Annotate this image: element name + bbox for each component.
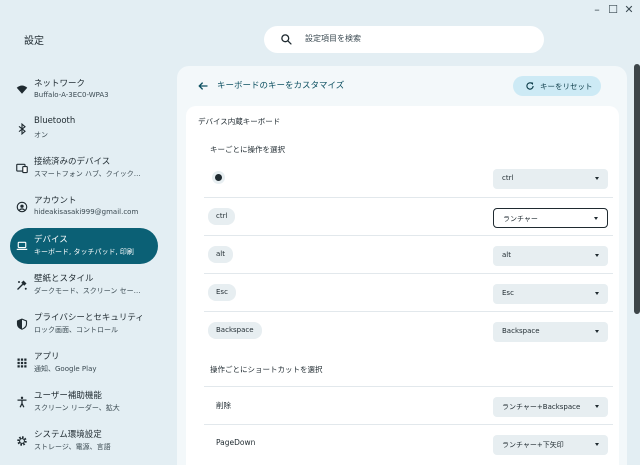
- key-action-select[interactable]: alt: [493, 246, 608, 266]
- maximize-button[interactable]: ☐: [606, 3, 620, 17]
- chevron-down-icon: [594, 217, 598, 220]
- shortcut-action-label: PageDown: [216, 438, 256, 447]
- key-action-select[interactable]: Esc: [493, 284, 608, 304]
- panel-header: キーボードのキーをカスタマイズ キーをリセット: [177, 66, 627, 106]
- sidebar-item-subtitle: オン: [34, 131, 48, 139]
- shortcut-row: 削除 ランチャー+Backspace: [204, 386, 613, 424]
- chevron-down-icon: [595, 177, 599, 180]
- key-row: ctrl ランチャー: [204, 197, 613, 235]
- select-value: Esc: [502, 289, 514, 297]
- select-value: ランチャー+Backspace: [502, 403, 581, 411]
- shortcut-select[interactable]: ランチャー+下矢印: [493, 435, 608, 455]
- refresh-icon: [526, 82, 534, 90]
- chevron-down-icon: [595, 443, 599, 446]
- sidebar-item-subtitle: スクリーン リーダー、拡大: [34, 404, 120, 412]
- chevron-down-icon: [595, 254, 599, 257]
- select-value: alt: [502, 251, 511, 259]
- reset-keys-label: キーをリセット: [540, 82, 593, 91]
- accessibility-icon: [17, 396, 27, 408]
- sidebar-item-title: デバイス: [34, 235, 68, 245]
- key-chip: alt: [208, 246, 233, 263]
- shortcut-action-label: 削除: [216, 401, 231, 410]
- key-row: alt alt: [204, 235, 613, 273]
- sidebar-item-connected-devices[interactable]: 接続済みのデバイス スマートフォン ハブ、クイック…: [10, 150, 158, 186]
- scrollbar[interactable]: [634, 64, 640, 314]
- sidebar-item-subtitle: Buffalo-A-3EC0-WPA3: [34, 91, 109, 99]
- sidebar-item-privacy[interactable]: プライバシーとセキュリティ ロック画面、コントロール: [10, 306, 158, 342]
- back-arrow-icon[interactable]: [197, 80, 209, 92]
- sidebar-item-system[interactable]: システム環境設定 ストレージ、電源、言語: [10, 423, 158, 459]
- shortcut-row: PageDown ランチャー+下矢印: [204, 424, 613, 462]
- key-action-select[interactable]: ctrl: [493, 169, 608, 189]
- title-bar: – ☐ ✕: [0, 0, 640, 20]
- per-key-section-title: キーごとに操作を選択: [210, 145, 285, 154]
- sidebar-item-title: 壁紙とスタイル: [34, 274, 94, 284]
- sidebar-item-wallpaper[interactable]: 壁紙とスタイル ダークモード、スクリーン セー…: [10, 267, 158, 303]
- sidebar-item-subtitle: ストレージ、電源、言語: [34, 443, 111, 451]
- key-action-select[interactable]: ランチャー: [493, 208, 608, 228]
- key-indicator-radio[interactable]: [212, 171, 225, 184]
- chevron-down-icon: [595, 292, 599, 295]
- sidebar-item-subtitle: 通知、Google Play: [34, 365, 97, 373]
- select-value: Backspace: [502, 327, 540, 335]
- close-button[interactable]: ✕: [622, 3, 636, 17]
- sidebar-item-subtitle: スマートフォン ハブ、クイック…: [34, 170, 141, 178]
- sidebar-item-title: Bluetooth: [34, 116, 76, 126]
- sidebar-item-title: 接続済みのデバイス: [34, 157, 111, 167]
- key-row: ctrl: [204, 159, 613, 197]
- settings-card: デバイス内蔵キーボード キーごとに操作を選択 ctrl ctrl ランチャー a…: [186, 106, 619, 465]
- device-section-title: デバイス内蔵キーボード: [198, 117, 281, 126]
- shortcut-select[interactable]: ランチャー+Backspace: [493, 397, 608, 417]
- key-chip: ctrl: [208, 208, 236, 225]
- chevron-down-icon: [595, 405, 599, 408]
- sidebar-item-subtitle: hideakisasaki999@gmail.com: [34, 208, 139, 216]
- bluetooth-icon: [18, 123, 26, 135]
- main-panel: キーボードのキーをカスタマイズ キーをリセット デバイス内蔵キーボード キーごと…: [177, 66, 627, 465]
- select-value: ctrl: [502, 174, 514, 182]
- select-value: ランチャー: [503, 215, 538, 223]
- key-chip: Esc: [208, 284, 236, 301]
- sidebar-item-title: ユーザー補助機能: [34, 391, 102, 401]
- sidebar-item-title: システム環境設定: [34, 430, 102, 440]
- reset-keys-button[interactable]: キーをリセット: [513, 76, 601, 96]
- search-input[interactable]: 設定項目を検索: [264, 26, 544, 53]
- sidebar-item-subtitle: ロック画面、コントロール: [34, 326, 118, 334]
- sidebar-item-title: アプリ: [34, 352, 60, 362]
- sidebar-item-apps[interactable]: アプリ 通知、Google Play: [10, 345, 158, 381]
- palette-icon: [17, 280, 27, 290]
- sidebar-item-title: アカウント: [34, 196, 77, 206]
- shield-icon: [16, 318, 28, 330]
- apps-grid-icon: [17, 358, 27, 368]
- sidebar-item-title: ネットワーク: [34, 79, 86, 89]
- search-icon: [281, 34, 292, 45]
- sidebar-item-title: プライバシーとセキュリティ: [34, 313, 144, 323]
- page-title: キーボードのキーをカスタマイズ: [217, 81, 345, 91]
- search-placeholder: 設定項目を検索: [305, 34, 361, 43]
- chevron-down-icon: [595, 330, 599, 333]
- wifi-icon: [16, 85, 28, 94]
- account-icon: [16, 201, 28, 213]
- key-chip: Backspace: [208, 322, 262, 339]
- select-value: ランチャー+下矢印: [502, 441, 564, 449]
- minimize-button[interactable]: –: [590, 3, 604, 17]
- key-action-select[interactable]: Backspace: [493, 322, 608, 342]
- connected-devices-icon: [16, 163, 28, 174]
- system-gear-icon: [17, 436, 27, 446]
- key-row: Esc Esc: [204, 273, 613, 311]
- shortcut-section-title: 操作ごとにショートカットを選択: [210, 365, 323, 374]
- key-row: Backspace Backspace: [204, 311, 613, 349]
- app-title: 設定: [24, 36, 44, 47]
- sidebar-item-account[interactable]: アカウント hideakisasaki999@gmail.com: [10, 189, 158, 225]
- sidebar-item-accessibility[interactable]: ユーザー補助機能 スクリーン リーダー、拡大: [10, 384, 158, 420]
- laptop-icon: [16, 241, 28, 250]
- sidebar-item-subtitle: ダークモード、スクリーン セー…: [34, 287, 141, 295]
- sidebar-item-subtitle: キーボード, タッチパッド, 印刷: [34, 248, 134, 256]
- sidebar-item-bluetooth[interactable]: Bluetooth オン: [10, 111, 158, 147]
- sidebar-item-device[interactable]: デバイス キーボード, タッチパッド, 印刷: [10, 228, 158, 264]
- sidebar-item-network[interactable]: ネットワーク Buffalo-A-3EC0-WPA3: [10, 72, 158, 108]
